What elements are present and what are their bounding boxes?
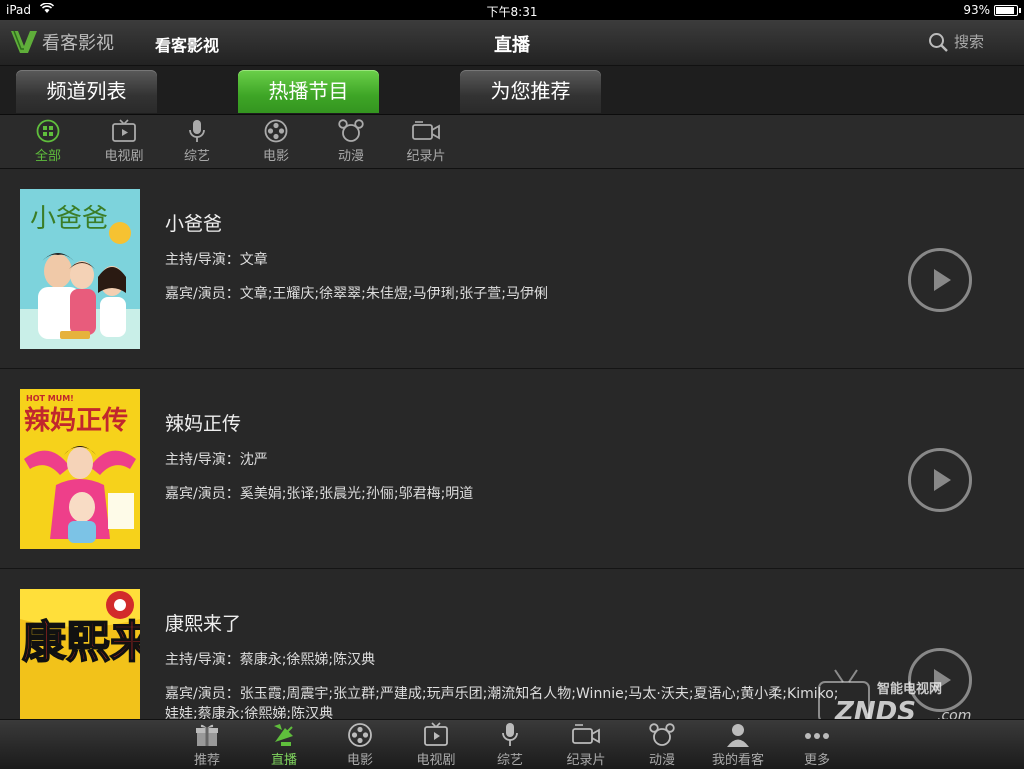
bottom-tab-movie[interactable]: 电影: [325, 722, 395, 768]
guests-label: 嘉宾/演员：: [165, 486, 240, 502]
guests-value: 文章;王耀庆;徐翠翠;朱佳煜;马伊琍;张子萱;马伊俐: [239, 286, 549, 302]
bottom-tab-documentary[interactable]: 纪录片: [551, 722, 621, 768]
cartoon-icon: [338, 119, 364, 142]
program-title: 康熙来了: [165, 613, 242, 635]
poster-title: 小爸爸: [30, 204, 108, 234]
category-tv-series[interactable]: 电视剧: [94, 119, 154, 164]
microphone-icon: [189, 120, 205, 142]
logo-text: 看客影视: [42, 33, 114, 54]
host-value: 蔡康永;徐熙娣;陈汉典: [239, 652, 376, 668]
logo-v-icon: [11, 30, 37, 53]
program-item[interactable]: 小爸爸 小爸爸 主持/导演：文章 嘉宾/演员：文章;王耀庆;徐翠翠;朱佳煜;马伊…: [0, 169, 1024, 369]
bottom-tab-recommend[interactable]: 推荐: [172, 722, 242, 768]
program-host: 主持/导演：沈严: [165, 449, 268, 469]
bottom-tab-tv-series[interactable]: 电视剧: [401, 722, 471, 768]
bottom-tab-label: 更多: [803, 753, 830, 768]
bottom-tab-label: 纪录片: [566, 753, 606, 768]
category-label: 综艺: [183, 149, 210, 164]
bottom-tab-my-kanke[interactable]: 我的看客: [703, 722, 773, 768]
svg-text:HOT MUM!: HOT MUM!: [26, 394, 74, 403]
bottom-tab-label: 电视剧: [416, 753, 456, 768]
microphone-icon: [502, 723, 518, 746]
satellite-icon: [274, 724, 293, 746]
guests-value: 奚美娟;张译;张晨光;孙俪;邬君梅;明道: [239, 486, 474, 502]
film-reel-icon: [348, 723, 372, 747]
category-variety[interactable]: 综艺: [167, 119, 227, 164]
category-bar: 全部 电视剧 综艺 电影 动漫 纪录片: [0, 115, 1024, 169]
poster-title: 康熙来了: [22, 617, 140, 668]
program-guests: 嘉宾/演员：张玉霞;周震宇;张立群;严建成;玩声乐团;潮流知名人物;Winnie…: [165, 684, 845, 719]
tab-channel-list[interactable]: 频道列表: [16, 70, 157, 113]
tv-icon: [424, 722, 448, 746]
page-title: 直播: [494, 35, 530, 56]
category-all[interactable]: 全部: [18, 119, 78, 164]
bottom-tab-label: 动漫: [648, 753, 675, 768]
app-logo: 看客影视: [10, 28, 114, 56]
program-host: 主持/导演：文章: [165, 249, 268, 269]
host-label: 主持/导演：: [165, 652, 240, 668]
bottom-tab-bar: 推荐 直播 电影 电视剧 综艺 纪录片 动漫 我的看客 更多: [0, 719, 1024, 769]
program-title: 小爸爸: [165, 213, 223, 235]
category-anime[interactable]: 动漫: [321, 119, 381, 164]
program-title: 辣妈正传: [165, 413, 242, 435]
search-icon: [928, 32, 948, 52]
bottom-tab-label: 电影: [346, 753, 373, 768]
video-camera-icon: [572, 724, 600, 744]
app-title: 看客影视: [155, 36, 220, 55]
cartoon-icon: [649, 723, 675, 746]
host-value: 沈严: [239, 452, 268, 468]
bottom-tab-anime[interactable]: 动漫: [627, 722, 697, 768]
program-item[interactable]: HOT MUM! 辣妈正传 辣妈正传 主持/导演：沈严 嘉宾/演员：奚美娟;张译…: [0, 369, 1024, 569]
status-time: 下午8:31: [486, 5, 538, 19]
guests-label: 嘉宾/演员：: [165, 286, 240, 302]
search-button[interactable]: 搜索: [928, 31, 984, 52]
guests-label: 嘉宾/演员：: [165, 686, 240, 702]
bottom-tab-more[interactable]: 更多: [782, 722, 852, 768]
tab-recommended[interactable]: 为您推荐: [460, 70, 601, 113]
bottom-tab-label: 直播: [270, 753, 297, 768]
host-label: 主持/导演：: [165, 452, 240, 468]
category-label: 动漫: [337, 149, 364, 164]
film-reel-icon: [264, 119, 288, 143]
status-bar: iPad 下午8:31 93%: [0, 0, 1024, 20]
category-label: 全部: [34, 149, 61, 164]
guests-value: 张玉霞;周震宇;张立群;严建成;玩声乐团;潮流知名人物;Winnie;马太·沃夫…: [165, 686, 839, 719]
more-icon: [805, 733, 829, 739]
bottom-tab-label: 我的看客: [711, 753, 764, 768]
poster-title: 辣妈正传: [24, 405, 128, 436]
segment-tabs: 频道列表 热播节目 为您推荐: [0, 66, 1024, 115]
battery-icon: [994, 5, 1021, 16]
bottom-tab-label: 综艺: [496, 753, 523, 768]
grid-icon: [36, 119, 60, 143]
category-label: 电视剧: [104, 149, 144, 164]
user-icon: [727, 724, 749, 747]
program-guests: 嘉宾/演员：奚美娟;张译;张晨光;孙俪;邬君梅;明道: [165, 484, 845, 504]
svg-text:智能电视网: 智能电视网: [877, 681, 942, 697]
program-list: 小爸爸 小爸爸 主持/导演：文章 嘉宾/演员：文章;王耀庆;徐翠翠;朱佳煜;马伊…: [0, 169, 1024, 719]
bottom-tab-label: 推荐: [193, 753, 220, 768]
gift-icon: [196, 724, 218, 746]
category-documentary[interactable]: 纪录片: [396, 119, 456, 164]
category-movie[interactable]: 电影: [246, 119, 306, 164]
play-button[interactable]: [908, 448, 972, 512]
program-host: 主持/导演：蔡康永;徐熙娣;陈汉典: [165, 649, 375, 669]
video-camera-icon: [412, 121, 440, 140]
search-label: 搜索: [953, 33, 984, 51]
program-guests: 嘉宾/演员：文章;王耀庆;徐翠翠;朱佳煜;马伊琍;张子萱;马伊俐: [165, 284, 845, 304]
bottom-tab-live[interactable]: 直播: [249, 722, 319, 768]
host-value: 文章: [239, 252, 268, 268]
nav-bar: 看客影视 看客影视 直播 搜索: [0, 20, 1024, 66]
program-poster[interactable]: 小爸爸: [20, 189, 140, 349]
category-label: 电影: [262, 149, 289, 164]
program-poster[interactable]: 康熙来了: [20, 589, 140, 719]
program-poster[interactable]: HOT MUM! 辣妈正传: [20, 389, 140, 549]
tv-icon: [112, 119, 136, 142]
host-label: 主持/导演：: [165, 252, 240, 268]
battery-percent: 93%: [963, 3, 990, 17]
bottom-tab-variety[interactable]: 综艺: [475, 722, 545, 768]
category-label: 纪录片: [406, 149, 446, 164]
tab-hot-programs[interactable]: 热播节目: [238, 70, 379, 113]
play-button[interactable]: [908, 248, 972, 312]
